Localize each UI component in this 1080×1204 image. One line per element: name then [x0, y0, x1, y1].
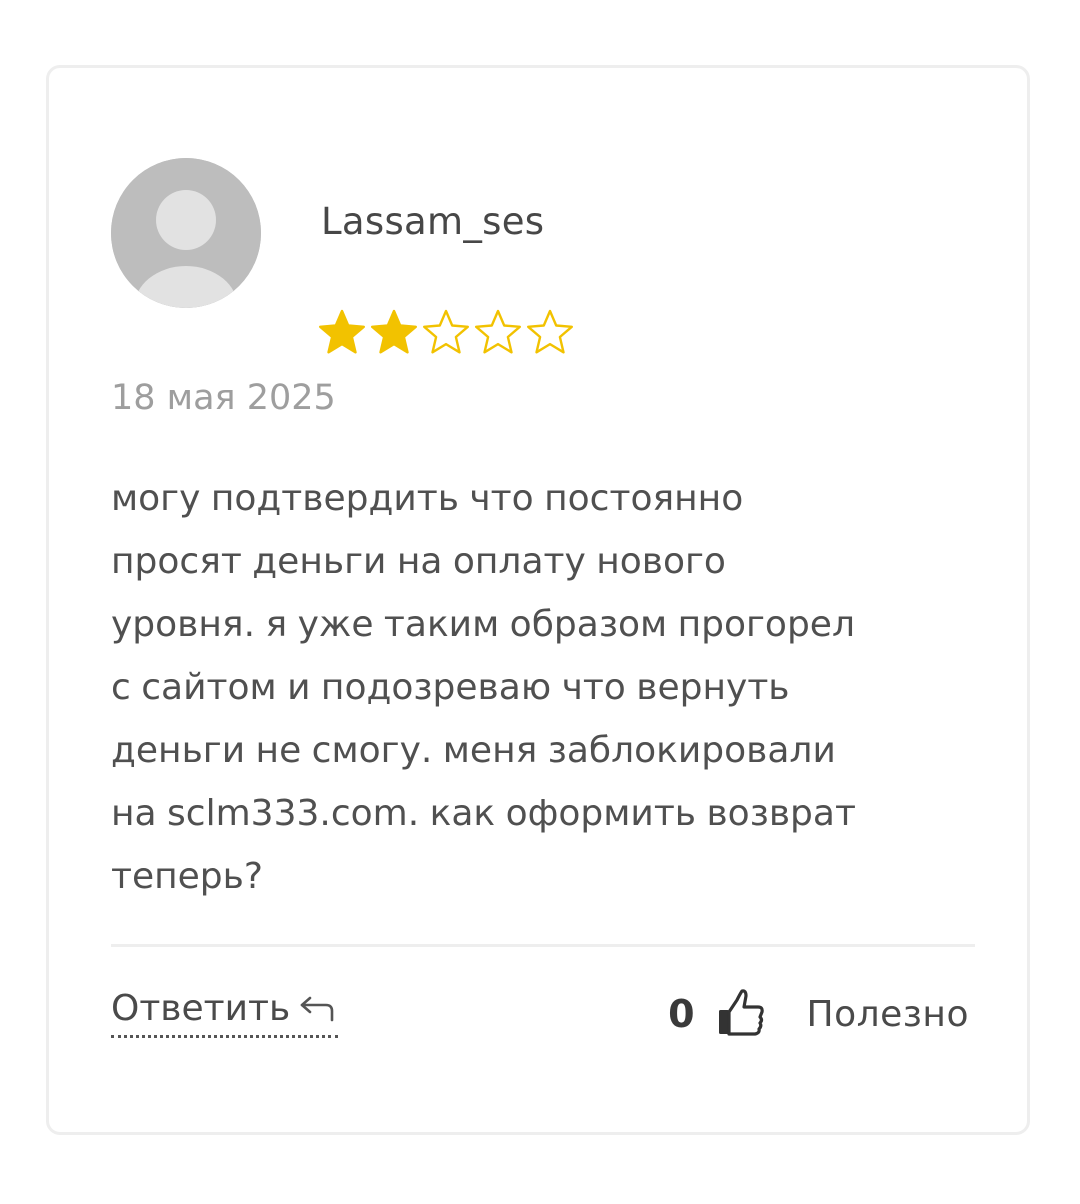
review-text-line: с сайтом и подозреваю что вернуть — [111, 667, 790, 708]
star-filled-icon — [371, 309, 417, 354]
star-rating — [317, 308, 575, 354]
review-text-line: просят деньги на оплату нового — [111, 541, 726, 582]
reply-label: Ответить — [111, 988, 291, 1029]
helpful-section: 0 Полезно — [668, 988, 969, 1040]
review-text-line: уровня. я уже таким образом прогорел — [111, 604, 855, 645]
star-empty-icon — [527, 309, 573, 354]
review-text: могу подтвердить что постоянно просят де… — [111, 467, 991, 908]
review-card: Lassam_ses 18 мая 2025 могу подтвердить … — [46, 65, 1030, 1135]
star-filled-icon — [319, 309, 365, 354]
reply-button[interactable]: Ответить — [111, 988, 339, 1038]
helpful-count: 0 — [668, 992, 695, 1036]
thumbs-up-icon[interactable] — [715, 988, 767, 1040]
helpful-label: Полезно — [806, 993, 969, 1035]
star-empty-icon — [423, 309, 469, 354]
star-empty-icon — [475, 309, 521, 354]
review-text-line: на sclm333.com. как оформить возврат — [111, 793, 856, 834]
reply-arrow-icon — [300, 996, 334, 1021]
user-silhouette-icon — [111, 158, 261, 308]
avatar — [111, 158, 261, 308]
author-name: Lassam_ses — [321, 200, 545, 243]
review-text-line: теперь? — [111, 856, 263, 897]
review-text-line: деньги не смогу. меня заблокировали — [111, 730, 836, 771]
review-text-line: могу подтвердить что постоянно — [111, 478, 744, 519]
review-date: 18 мая 2025 — [111, 378, 336, 418]
divider — [111, 944, 975, 947]
